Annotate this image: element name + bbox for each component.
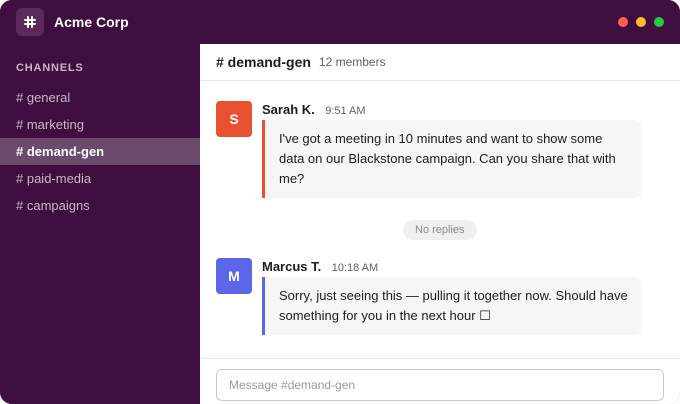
message-pane: # demand-gen 12 members S Sarah K. 9:51 … bbox=[200, 44, 680, 404]
message-text: I've got a meeting in 10 minutes and wan… bbox=[262, 120, 642, 198]
title-bar: Acme Corp bbox=[0, 0, 680, 44]
message-timestamp[interactable]: 10:18 AM bbox=[332, 262, 378, 274]
message-author[interactable]: Sarah K. bbox=[262, 102, 315, 117]
slack-hash-icon[interactable] bbox=[16, 8, 44, 36]
sidebar-item-campaigns[interactable]: # campaigns bbox=[0, 192, 200, 219]
minimize-window-button[interactable] bbox=[636, 17, 646, 27]
message-text: Sorry, just seeing this — pulling it tog… bbox=[262, 277, 642, 335]
channel-header: # demand-gen 12 members bbox=[200, 44, 680, 81]
composer-area bbox=[200, 358, 680, 404]
sidebar-item-paid-media[interactable]: # paid-media bbox=[0, 165, 200, 192]
avatar[interactable]: M bbox=[216, 258, 252, 294]
maximize-window-button[interactable] bbox=[654, 17, 664, 27]
sidebar-item-marketing[interactable]: # marketing bbox=[0, 111, 200, 138]
channel-list: # general # marketing # demand-gen # pai… bbox=[0, 84, 200, 219]
channel-title[interactable]: # demand-gen bbox=[216, 54, 311, 70]
message-author[interactable]: Marcus T. bbox=[262, 259, 321, 274]
message-timestamp[interactable]: 9:51 AM bbox=[325, 105, 365, 117]
sidebar-item-demand-gen[interactable]: # demand-gen bbox=[0, 138, 200, 165]
close-window-button[interactable] bbox=[618, 17, 628, 27]
avatar[interactable]: S bbox=[216, 101, 252, 137]
message-input[interactable] bbox=[216, 369, 664, 401]
message-meta: Marcus T. 10:18 AM bbox=[262, 258, 378, 274]
message-meta: Sarah K. 9:51 AM bbox=[262, 101, 366, 117]
window-controls bbox=[618, 17, 664, 27]
app-window: Acme Corp CHANNELS # general # marketing… bbox=[0, 0, 680, 404]
channels-heading: CHANNELS bbox=[16, 62, 84, 74]
sidebar: CHANNELS # general # marketing # demand-… bbox=[0, 44, 200, 404]
member-count[interactable]: 12 members bbox=[319, 55, 386, 69]
workspace-name[interactable]: Acme Corp bbox=[54, 14, 129, 30]
no-replies-label: No replies bbox=[403, 220, 477, 240]
sidebar-item-general[interactable]: # general bbox=[0, 84, 200, 111]
hash-glyph bbox=[24, 16, 36, 28]
